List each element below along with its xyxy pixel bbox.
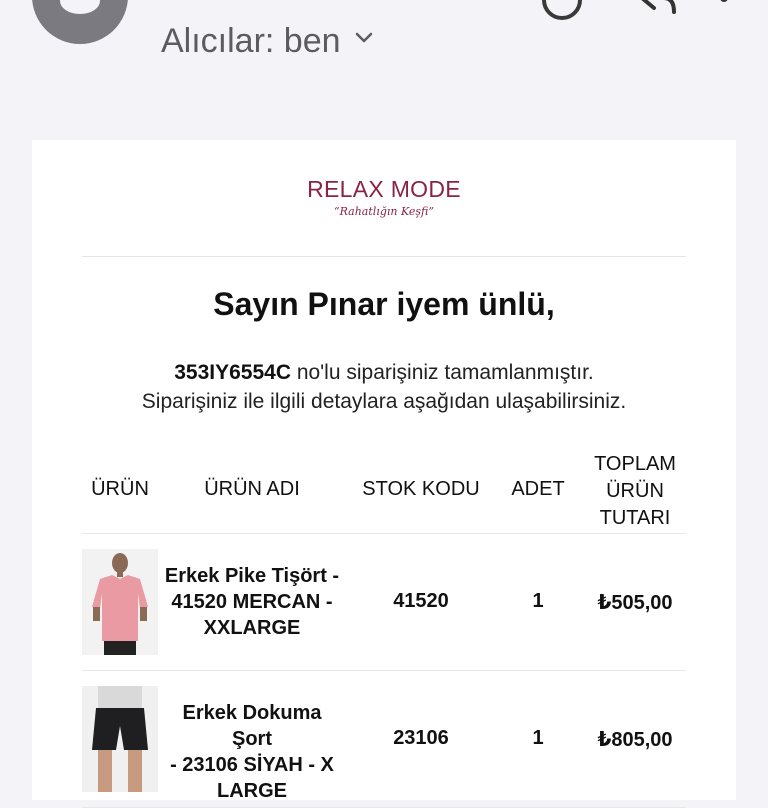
table-row: Erkek Pike Tişört - 41520 MERCAN - XXLAR… bbox=[82, 534, 686, 671]
brand-tagline: “Rahatlığın Keşfi” bbox=[334, 205, 434, 218]
product-name-line-3: LARGE bbox=[217, 780, 287, 802]
header-total-line-1: TOPLAM bbox=[594, 453, 676, 475]
brand-name: RELAX MODE bbox=[307, 176, 461, 202]
table-header: ÜRÜN ÜRÜN ADI STOK KODU ADET TOPLAM ÜRÜN… bbox=[82, 448, 686, 534]
product-total: ₺505,00 bbox=[597, 592, 673, 614]
product-name[interactable]: Erkek Pike Tişört - 41520 MERCAN - XXLAR… bbox=[162, 563, 342, 641]
product-name-line-2: 41520 MERCAN - bbox=[171, 591, 333, 613]
product-sku: 23106 bbox=[393, 727, 449, 749]
message-line-1: 353IY6554C no'lu siparişiniz tamamlanmış… bbox=[32, 358, 736, 387]
header-product: ÜRÜN bbox=[91, 478, 149, 500]
header-sku: STOK KODU bbox=[362, 478, 480, 500]
message-line-1-text: no'lu siparişiniz tamamlanmıştır. bbox=[290, 361, 594, 384]
emoji-reaction-icon[interactable] bbox=[542, 0, 582, 20]
brand-logo[interactable]: RELAX MODE “Rahatlığın Keşfi” bbox=[32, 176, 736, 218]
black-shorts-photo[interactable] bbox=[82, 686, 158, 792]
product-quantity: 1 bbox=[532, 727, 544, 749]
product-name[interactable]: Erkek Dokuma Şort - 23106 SİYAH - X LARG… bbox=[162, 700, 342, 804]
avatar[interactable] bbox=[32, 0, 128, 44]
order-table: ÜRÜN ÜRÜN ADI STOK KODU ADET TOPLAM ÜRÜN… bbox=[82, 448, 686, 808]
recipients-label: Alıcılar: ben bbox=[161, 22, 341, 60]
product-name-line-2: - 23106 SİYAH - X bbox=[170, 754, 334, 776]
header-divider bbox=[82, 256, 686, 257]
recipients-toggle[interactable]: Alıcılar: ben bbox=[161, 22, 373, 61]
product-total: ₺805,00 bbox=[597, 729, 673, 751]
product-sku: 41520 bbox=[393, 590, 449, 612]
table-row: Erkek Dokuma Şort - 23106 SİYAH - X LARG… bbox=[82, 671, 686, 808]
more-options-icon[interactable] bbox=[720, 0, 730, 10]
header-quantity: ADET bbox=[511, 478, 565, 500]
message-line-2: Siparişiniz ile ilgili detaylara aşağıda… bbox=[141, 390, 627, 413]
product-name-line-1: Erkek Dokuma Şort bbox=[182, 702, 322, 750]
header-total-line-2: ÜRÜN bbox=[606, 480, 664, 502]
header-total: TOPLAM ÜRÜN TUTARI bbox=[580, 451, 690, 532]
chevron-down-icon bbox=[355, 32, 372, 42]
header-product-name: ÜRÜN ADI bbox=[204, 478, 300, 500]
product-quantity: 1 bbox=[532, 590, 544, 612]
email-body-card: RELAX MODE “Rahatlığın Keşfi” Sayın Pına… bbox=[32, 140, 736, 808]
order-number: 353IY6554C bbox=[174, 361, 291, 384]
order-message: 353IY6554C no'lu siparişiniz tamamlanmış… bbox=[32, 358, 736, 416]
header-total-line-3: TUTARI bbox=[599, 507, 671, 529]
pink-polo-shirt-photo[interactable] bbox=[82, 549, 158, 655]
greeting-heading: Sayın Pınar iyem ünlü, bbox=[213, 286, 555, 322]
product-name-line-3: XXLARGE bbox=[203, 617, 301, 639]
product-name-line-1: Erkek Pike Tişört - bbox=[164, 565, 340, 587]
reply-icon[interactable] bbox=[638, 0, 678, 14]
